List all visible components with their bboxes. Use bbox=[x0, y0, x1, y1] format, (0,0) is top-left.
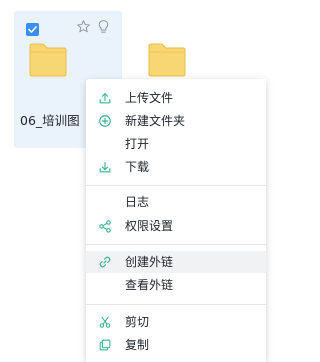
menu-item-label: 下载 bbox=[125, 160, 150, 174]
scissors-icon bbox=[99, 316, 111, 328]
download-icon bbox=[99, 162, 111, 173]
menu-item-new-folder[interactable]: 新建文件夹 bbox=[86, 110, 266, 132]
upload-icon bbox=[99, 93, 111, 104]
checkmark-icon bbox=[28, 26, 37, 33]
menu-item-label: 打开 bbox=[125, 137, 150, 151]
file-name[interactable]: 06_培训图 bbox=[20, 110, 80, 129]
menu-item-open[interactable]: 打开 bbox=[86, 133, 266, 155]
add-circle-icon bbox=[99, 115, 111, 127]
selection-checkbox[interactable] bbox=[26, 23, 39, 36]
lightbulb-icon[interactable] bbox=[97, 19, 110, 34]
menu-item-download[interactable]: 下载 bbox=[86, 156, 266, 178]
file-browser: 06_培训图 上传文件 新建文件夹 打开 下载 日志 权限设置 创建外链 查看外… bbox=[0, 0, 266, 362]
menu-divider bbox=[86, 185, 266, 186]
menu-divider bbox=[86, 244, 266, 245]
context-menu: 上传文件 新建文件夹 打开 下载 日志 权限设置 创建外链 查看外链 剪切 复制 bbox=[86, 79, 266, 362]
menu-item-upload[interactable]: 上传文件 bbox=[86, 87, 266, 109]
copy-icon bbox=[99, 339, 111, 351]
folder-icon bbox=[148, 43, 186, 77]
menu-item-copy[interactable]: 复制 bbox=[86, 334, 266, 356]
menu-item-cut[interactable]: 剪切 bbox=[86, 311, 266, 333]
menu-item-label: 新建文件夹 bbox=[125, 114, 186, 128]
menu-item-label: 日志 bbox=[125, 195, 150, 209]
menu-item-create-share-link[interactable]: 创建外链 bbox=[86, 251, 266, 273]
menu-divider bbox=[86, 304, 266, 305]
menu-item-label: 复制 bbox=[125, 338, 150, 352]
link-icon bbox=[99, 256, 111, 268]
menu-item-permissions[interactable]: 权限设置 bbox=[86, 215, 266, 237]
folder-icon bbox=[29, 43, 67, 77]
menu-item-label: 查看外链 bbox=[125, 278, 174, 292]
menu-item-label: 上传文件 bbox=[125, 91, 174, 105]
menu-item-log[interactable]: 日志 bbox=[86, 191, 266, 213]
menu-item-view-share-links[interactable]: 查看外链 bbox=[86, 274, 266, 296]
star-icon[interactable] bbox=[76, 19, 91, 34]
share-nodes-icon bbox=[99, 220, 111, 233]
menu-item-label: 权限设置 bbox=[125, 219, 174, 233]
menu-item-label: 创建外链 bbox=[125, 255, 174, 269]
menu-item-label: 剪切 bbox=[125, 315, 150, 329]
